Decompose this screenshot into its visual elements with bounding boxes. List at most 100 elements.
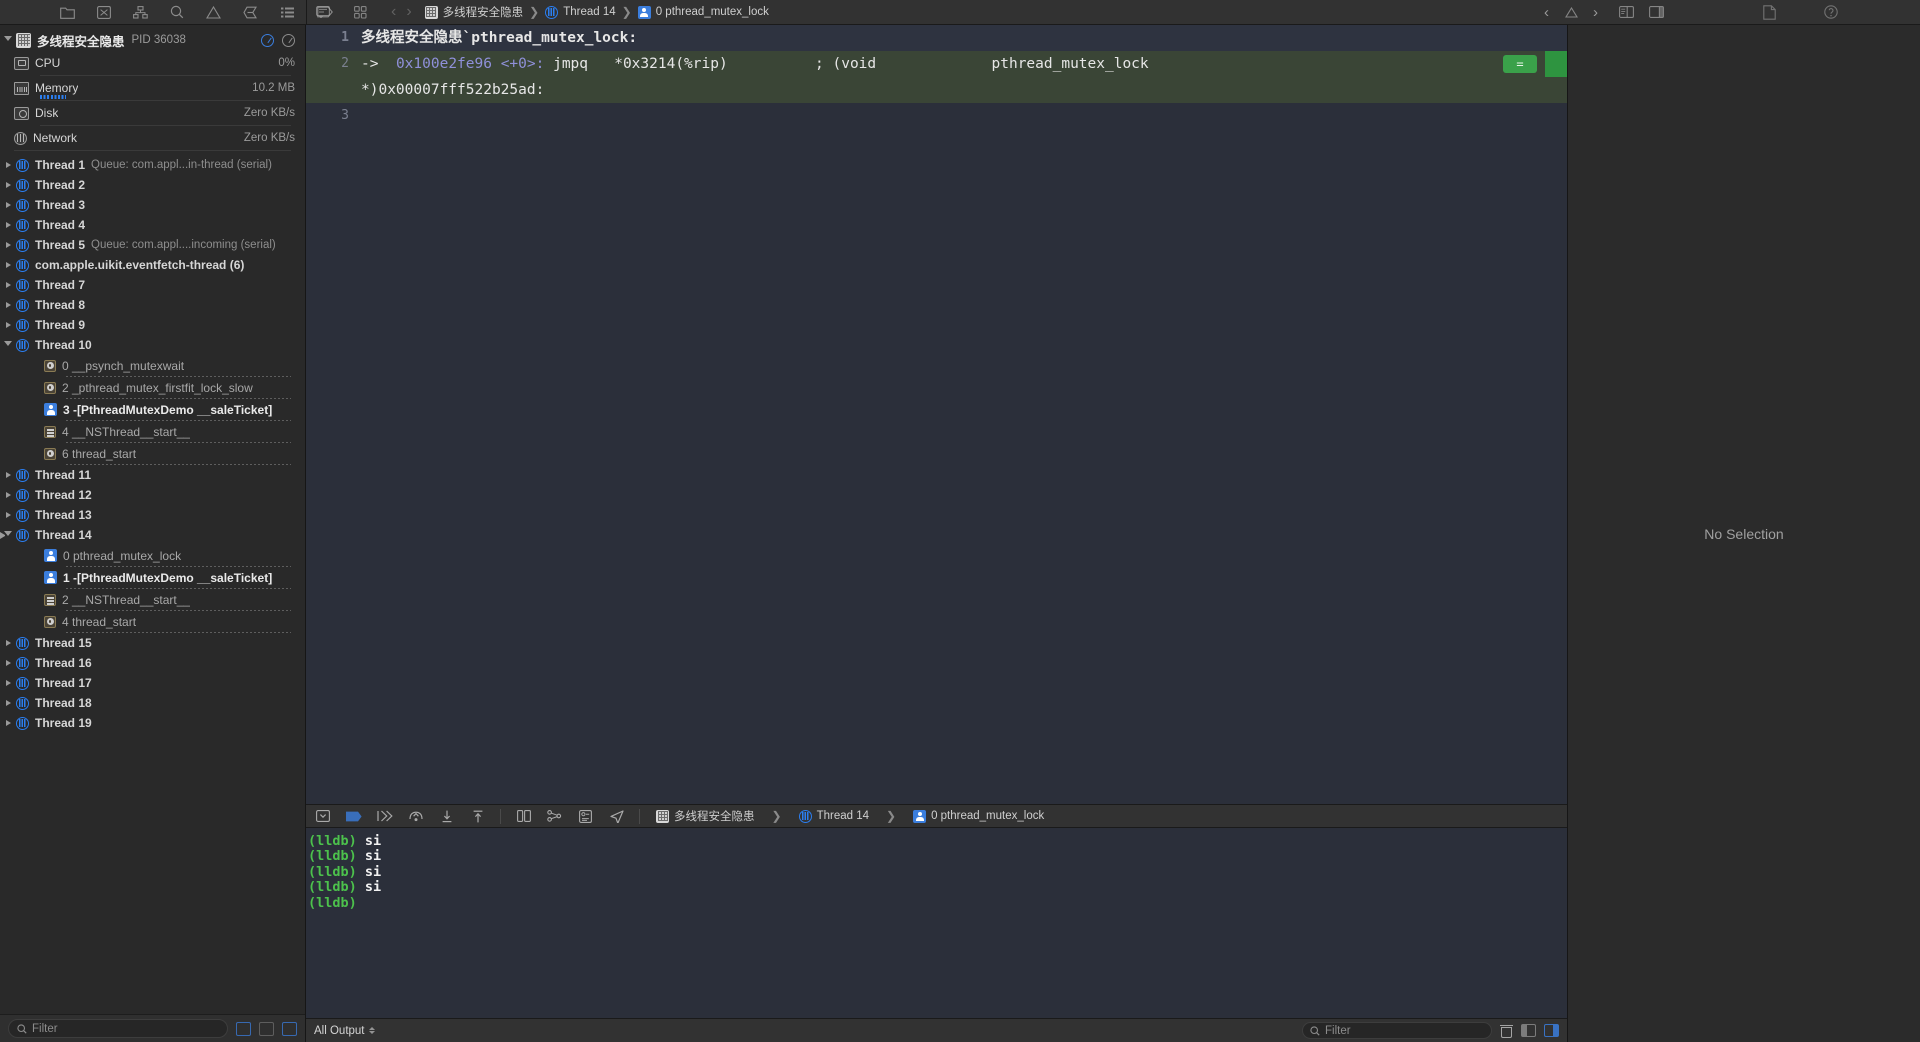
warning-triangle-icon[interactable] <box>206 4 221 20</box>
warning-triangle-icon[interactable] <box>1563 4 1579 20</box>
breadcrumb-item-project[interactable]: 多线程安全隐患 <box>424 4 523 20</box>
stack-frame-row[interactable]: 2 _pthread_mutex_firstfit_lock_slow <box>0 377 305 398</box>
forward-arrow-icon[interactable]: › <box>406 3 411 21</box>
quick-help-icon[interactable] <box>1823 4 1839 20</box>
stack-frame-row[interactable]: 6 thread_start <box>0 443 305 464</box>
thread-row[interactable]: Thread 13 <box>0 505 305 525</box>
hide-debug-area-icon[interactable] <box>314 809 331 824</box>
output-selector[interactable]: All Output <box>314 1025 375 1037</box>
thread-disclosure-triangle[interactable] <box>0 262 16 268</box>
breadcrumb-item-frame[interactable]: 0 pthread_mutex_lock <box>637 5 769 19</box>
gauge-row-disk[interactable]: Disk Zero KB/s <box>0 101 305 125</box>
thread-row[interactable]: Thread 3 <box>0 195 305 215</box>
debug-breadcrumb-project[interactable]: 多线程安全隐患 <box>656 808 755 824</box>
thread-disclosure-triangle[interactable] <box>0 720 16 726</box>
thread-row[interactable]: Thread 8 <box>0 295 305 315</box>
thread-row[interactable]: Thread 19 <box>0 713 305 733</box>
gauge-row-network[interactable]: Network Zero KB/s <box>0 126 305 150</box>
gauge-row-memory[interactable]: Memory 10.2 MB <box>0 76 305 100</box>
console-output[interactable]: (lldb) si (lldb) si (lldb) si (lldb) si (lld… <box>306 828 1567 1018</box>
thread-disclosure-triangle[interactable] <box>0 162 16 168</box>
stack-compression-icon[interactable] <box>282 1021 297 1036</box>
thread-row[interactable]: Thread 12 <box>0 485 305 505</box>
stack-frame-row[interactable]: 2 __NSThread__start__ <box>0 589 305 610</box>
stack-frame-row[interactable]: 3 -[PthreadMutexDemo __saleTicket] <box>0 399 305 420</box>
filter-input[interactable]: Filter <box>8 1019 228 1038</box>
thread-disclosure-triangle[interactable] <box>0 492 16 498</box>
thread-row[interactable]: Thread 10 <box>0 335 305 355</box>
report-navigator-icon[interactable] <box>280 4 295 20</box>
related-items-icon[interactable] <box>315 4 331 20</box>
thread-row[interactable]: Thread 11 <box>0 465 305 485</box>
location-icon[interactable] <box>608 809 625 824</box>
thread-disclosure-triangle[interactable] <box>0 660 16 666</box>
thread-disclosure-triangle[interactable] <box>0 182 16 188</box>
console-filter-input[interactable]: Filter <box>1302 1022 1492 1039</box>
thread-row[interactable]: Thread 15 <box>0 633 305 653</box>
thread-disclosure-triangle[interactable] <box>0 472 16 478</box>
hierarchy-icon[interactable] <box>133 4 148 20</box>
stack-frame-row[interactable]: 0 __psynch_mutexwait <box>0 355 305 376</box>
step-out-icon[interactable] <box>469 809 486 824</box>
step-into-icon[interactable] <box>438 809 455 824</box>
gauge-badge-blue-icon[interactable] <box>261 33 274 47</box>
folder-icon[interactable] <box>60 4 75 20</box>
editor-options-icon[interactable] <box>1648 4 1664 20</box>
step-over-icon[interactable] <box>407 809 424 824</box>
thread-disclosure-triangle[interactable] <box>0 222 16 228</box>
stack-frame-row[interactable]: 1 -[PthreadMutexDemo __saleTicket] <box>0 567 305 588</box>
show-only-recent-icon[interactable] <box>259 1021 274 1036</box>
thread-disclosure-triangle[interactable] <box>0 640 16 646</box>
show-only-crashed-icon[interactable] <box>236 1021 251 1036</box>
instruction-badge[interactable]: = <box>1503 55 1537 73</box>
clear-console-icon[interactable] <box>1500 1024 1513 1038</box>
thread-disclosure-triangle[interactable] <box>0 322 16 328</box>
debug-navigator-list[interactable]: 多线程安全隐患 PID 36038 CPU 0% Memory 10.2 MB Disk… <box>0 25 305 1014</box>
previous-issue-icon[interactable]: ‹ <box>1544 4 1549 21</box>
debug-breadcrumb-frame[interactable]: 0 pthread_mutex_lock <box>913 809 1044 823</box>
thread-row[interactable]: Thread 9 <box>0 315 305 335</box>
stack-frame-row[interactable]: 4 thread_start <box>0 611 305 632</box>
thread-row[interactable]: Thread 2 <box>0 175 305 195</box>
back-arrow-icon[interactable]: ‹ <box>391 3 396 21</box>
memory-graph-icon[interactable] <box>546 809 563 824</box>
show-console-view-icon[interactable] <box>1544 1024 1559 1037</box>
next-issue-icon[interactable]: › <box>1593 4 1598 21</box>
thread-disclosure-triangle[interactable] <box>0 680 16 686</box>
thread-disclosure-triangle[interactable] <box>0 512 16 518</box>
thread-disclosure-triangle[interactable] <box>0 202 16 208</box>
breakpoint-navigator-icon[interactable] <box>243 4 258 20</box>
thread-row[interactable]: Thread 18 <box>0 693 305 713</box>
stack-frame-row[interactable]: 0 pthread_mutex_lock <box>0 545 305 566</box>
process-row[interactable]: 多线程安全隐患 PID 36038 <box>0 29 305 51</box>
window-tiles-icon[interactable] <box>352 4 368 20</box>
thread-row[interactable]: Thread 17 <box>0 673 305 693</box>
thread-disclosure-triangle[interactable] <box>0 341 16 349</box>
thread-disclosure-triangle[interactable] <box>0 282 16 288</box>
debug-breadcrumb-thread[interactable]: Thread 14 <box>798 809 869 823</box>
breadcrumb-item-thread[interactable]: Thread 14 <box>545 5 616 19</box>
thread-disclosure-triangle[interactable] <box>0 242 16 248</box>
gauge-row-cpu[interactable]: CPU 0% <box>0 51 305 75</box>
thread-row[interactable]: com.apple.uikit.eventfetch-thread (6) <box>0 255 305 275</box>
continue-icon[interactable] <box>376 809 393 824</box>
thread-row[interactable]: Thread 14 <box>0 525 305 545</box>
thread-disclosure-triangle[interactable] <box>0 700 16 706</box>
assembly-editor[interactable]: 1 多线程安全隐患`pthread_mutex_lock: 2 -> 0x100… <box>306 25 1567 804</box>
search-icon[interactable] <box>170 4 184 20</box>
assistant-editor-icon[interactable] <box>1618 4 1634 20</box>
thread-row[interactable]: Thread 4 <box>0 215 305 235</box>
breakpoint-toggle-icon[interactable] <box>345 809 362 824</box>
debug-view-hierarchy-icon[interactable] <box>515 809 532 824</box>
thread-row[interactable]: Thread 7 <box>0 275 305 295</box>
stack-frame-row[interactable]: 4 __NSThread__start__ <box>0 421 305 442</box>
show-variables-view-icon[interactable] <box>1521 1024 1536 1037</box>
process-disclosure-triangle[interactable] <box>0 36 16 44</box>
thread-row[interactable]: Thread 5 Queue: com.appl....incoming (ser… <box>0 235 305 255</box>
issue-navigator-icon[interactable] <box>97 4 111 20</box>
gauge-badge-gray-icon[interactable] <box>282 33 295 47</box>
file-inspector-icon[interactable] <box>1761 4 1777 20</box>
thread-row[interactable]: Thread 16 <box>0 653 305 673</box>
environment-overrides-icon[interactable] <box>577 809 594 824</box>
thread-row[interactable]: Thread 1 Queue: com.appl...in-thread (ser… <box>0 155 305 175</box>
